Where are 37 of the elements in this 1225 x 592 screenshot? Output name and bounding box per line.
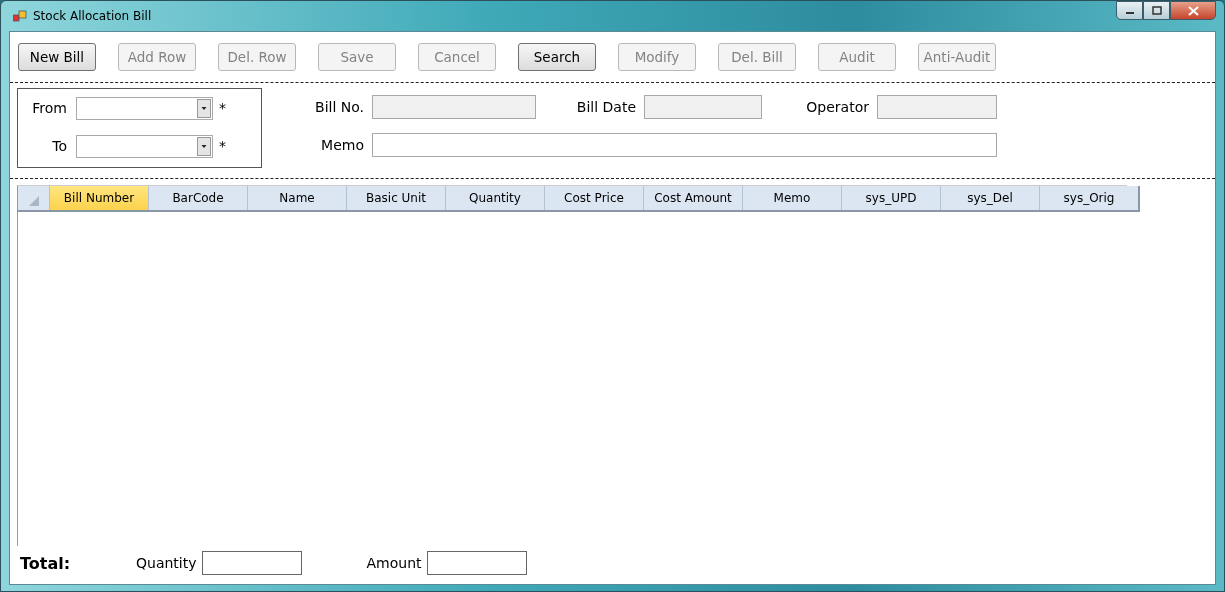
window-title: Stock Allocation Bill [33, 9, 152, 23]
memo-field[interactable] [372, 133, 997, 157]
column-header[interactable]: Quantity [446, 186, 545, 210]
field-label: Operator [805, 99, 870, 115]
required-mark: * [219, 138, 226, 154]
maximize-button[interactable] [1143, 1, 1170, 20]
column-header[interactable]: Bill Number [50, 186, 149, 210]
column-header[interactable]: Basic Unit [347, 186, 446, 210]
field-label: Memo [320, 137, 365, 153]
column-header[interactable]: Cost Amount [644, 186, 743, 210]
column-header[interactable]: BarCode [149, 186, 248, 210]
field-label: Amount [366, 555, 422, 571]
toolbar-button[interactable]: Search [518, 43, 596, 71]
total-field[interactable] [426, 551, 527, 575]
required-mark: * [219, 100, 226, 116]
maximize-icon [1151, 6, 1162, 15]
combo-box[interactable] [76, 96, 213, 120]
close-button[interactable] [1170, 1, 1216, 20]
field-label: From [31, 100, 68, 116]
column-header[interactable]: Name [248, 186, 347, 210]
field-label: Quantity [136, 555, 197, 571]
app-icon [13, 10, 27, 22]
corner-triangle-icon [28, 196, 39, 206]
column-header[interactable]: Cost Price [545, 186, 644, 210]
total-field[interactable] [201, 551, 302, 575]
field-label: To [51, 138, 68, 154]
column-header[interactable]: sys_UPD [842, 186, 941, 210]
column-header[interactable]: sys_Orig [1040, 186, 1138, 210]
column-header[interactable]: Memo [743, 186, 842, 210]
combo-box[interactable] [76, 134, 213, 158]
total-label: Total: [20, 553, 72, 573]
minimize-button[interactable] [1116, 1, 1143, 20]
column-header[interactable]: sys_Del [941, 186, 1040, 210]
field-label: Bill Date [575, 99, 637, 115]
close-icon [1187, 5, 1199, 16]
field-label: Bill No. [314, 99, 365, 115]
toolbar-button[interactable]: New Bill [18, 43, 96, 71]
